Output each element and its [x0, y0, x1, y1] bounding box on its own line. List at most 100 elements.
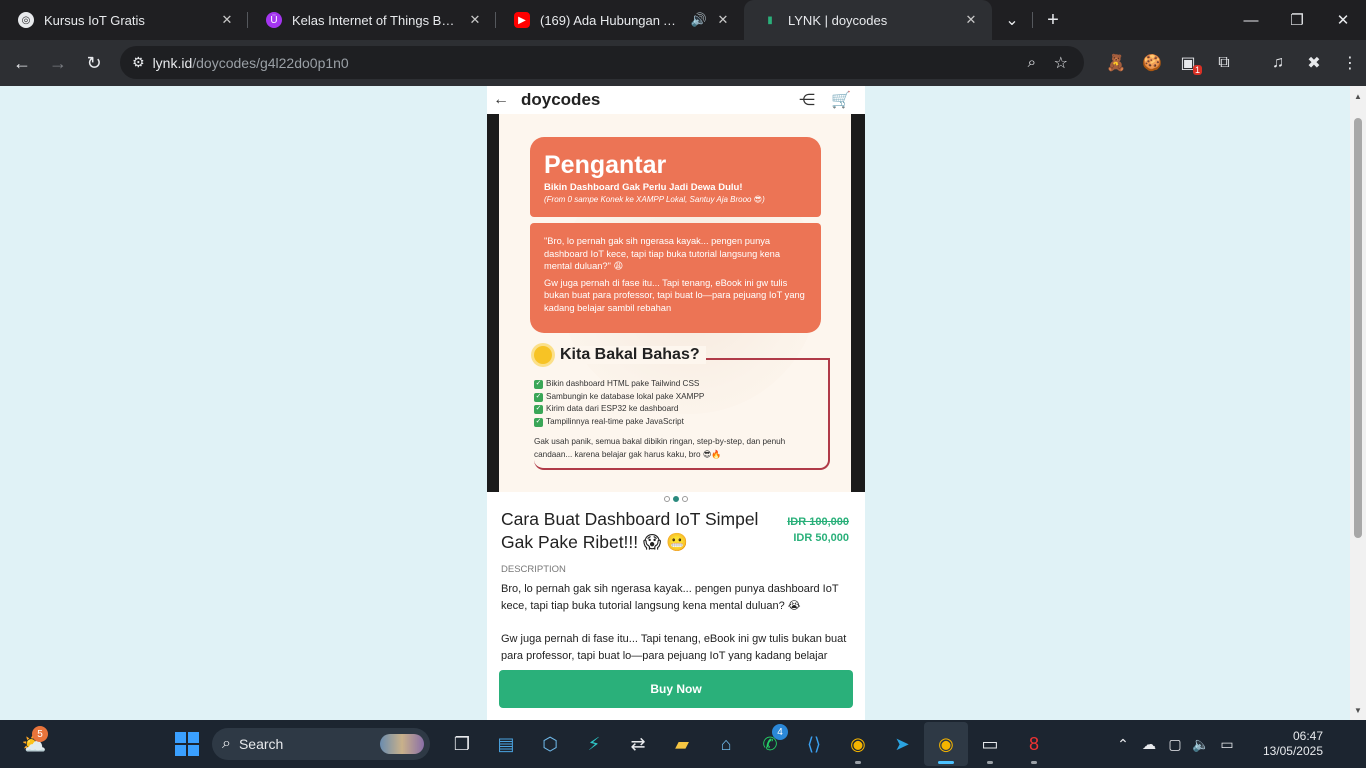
extension-icons: 🧸 🍪 ▣ 1 ⧉ ♫ ✖ ⋮: [1098, 40, 1366, 86]
start-button[interactable]: [175, 732, 199, 756]
extension-icon-badge[interactable]: ▣ 1: [1170, 45, 1206, 81]
search-icon: ⌕: [222, 735, 231, 752]
topics-list: ✓ Bikin dashboard HTML pake Tailwind CSS …: [534, 378, 704, 429]
list-item: ✓ Kirim data dari ESP32 ke dashboard: [534, 404, 679, 415]
tab-lynk[interactable]: ▮ LYNK | doycodes ✕: [744, 0, 992, 40]
close-tab-icon[interactable]: ✕: [218, 11, 236, 29]
menu-kebab-icon[interactable]: ⋮: [1332, 45, 1366, 81]
tab-kursus-iot[interactable]: ◎ Kursus IoT Gratis ✕: [0, 0, 248, 40]
ebook-page-preview: Pengantar Bikin Dashboard Gak Perlu Jadi…: [499, 114, 851, 492]
slide-subheading: Bikin Dashboard Gak Perlu Jadi Dewa Dulu…: [544, 182, 743, 193]
carousel-dot[interactable]: [664, 496, 670, 502]
price-block: IDR 100,000 IDR 50,000: [787, 514, 849, 546]
minimize-icon[interactable]: —: [1228, 0, 1274, 40]
file-explorer-icon[interactable]: ▰: [660, 722, 704, 766]
description-label: DESCRIPTION: [501, 564, 566, 575]
buy-now-button[interactable]: Buy Now: [499, 670, 853, 708]
product-card: ← doycodes ⋲ 🛒 Pengantar Bikin Dashboard…: [487, 86, 865, 720]
scroll-up-icon[interactable]: ▲: [1350, 88, 1366, 104]
telegram-icon[interactable]: ➤: [880, 722, 924, 766]
extension-icon-1[interactable]: 🧸: [1098, 45, 1134, 81]
udemy-icon: Ü: [266, 12, 282, 28]
tab-search-icon[interactable]: ⌄: [992, 10, 1032, 30]
task-view-icon[interactable]: ❐: [440, 722, 484, 766]
intro-quote: "Bro, lo pernah gak sih ngerasa kayak...…: [544, 236, 781, 271]
network-drive-icon[interactable]: ⇄: [616, 722, 660, 766]
openai-icon: ◎: [18, 12, 34, 28]
tab-tools: ⌄ +: [992, 9, 1073, 32]
cart-icon[interactable]: 🛒: [831, 90, 851, 110]
search-label: Search: [238, 736, 284, 752]
vscode-icon[interactable]: ⟨⟩: [792, 722, 836, 766]
carousel-dots: [487, 496, 865, 502]
list-item: ✓ Tampilinnya real-time pake JavaScript: [534, 417, 684, 427]
scroll-down-icon[interactable]: ▼: [1350, 702, 1366, 718]
tab-youtube[interactable]: ▶ (169) Ada Hubungan Apa A 🔊 ✕: [496, 0, 744, 40]
site-info-icon[interactable]: ⚙: [132, 54, 145, 71]
slide-subnote: (From 0 sampe Konek ke XAMPP Lokal, Sant…: [544, 195, 765, 204]
list-item: ✓ Bikin dashboard HTML pake Tailwind CSS: [534, 379, 700, 389]
terminal-icon[interactable]: ▭: [968, 722, 1012, 766]
intro-body: Gw juga pernah di fase itu... Tapi tenan…: [544, 277, 805, 313]
page-scrollbar[interactable]: ▲ ▼: [1350, 86, 1366, 720]
whatsapp-badge: 4: [772, 724, 788, 740]
cloud-home-icon[interactable]: ⌂: [704, 722, 748, 766]
slide-heading: Pengantar: [544, 151, 667, 179]
taskbar-search[interactable]: ⌕ Search: [212, 728, 430, 760]
git-app-icon[interactable]: 8: [1012, 722, 1056, 766]
zoom-icon[interactable]: ⌕: [1028, 54, 1036, 71]
topics-footer: Gak usah panik, semua bakal dibikin ring…: [534, 437, 786, 459]
bookmark-star-icon[interactable]: ☆: [1054, 53, 1068, 73]
lynk-icon: ▮: [762, 12, 778, 28]
store-name: doycodes: [521, 90, 601, 109]
media-control-icon[interactable]: ♫: [1260, 45, 1296, 81]
speaker-icon[interactable]: 🔊: [690, 11, 708, 29]
close-window-icon[interactable]: ✕: [1320, 0, 1366, 40]
whatsapp-icon[interactable]: ✆ 4: [748, 722, 792, 766]
taskbar-clock[interactable]: 06:47 13/05/2025: [1263, 729, 1323, 759]
back-icon[interactable]: ←: [4, 45, 40, 81]
share-icon[interactable]: ⋲: [799, 90, 815, 110]
list-item: ✓ Sambungin ke database lokal pake XAMPP: [534, 391, 705, 402]
scrollbar-thumb[interactable]: [1354, 118, 1362, 538]
url-text[interactable]: lynk.id/doycodes/g4l22do0p1n0: [153, 55, 349, 71]
youtube-icon: ▶: [514, 12, 530, 28]
tab-title: (169) Ada Hubungan Apa A: [540, 12, 684, 28]
address-bar[interactable]: ⚙ lynk.id/doycodes/g4l22do0p1n0 ⌕ ☆: [120, 46, 1084, 79]
carousel-dot-active[interactable]: [673, 496, 679, 502]
weather-widget-icon[interactable]: ⛅ 5: [18, 726, 50, 760]
product-description: Bro, lo pernah gak sih ngerasa kayak... …: [501, 581, 851, 661]
volume-icon[interactable]: 🔈: [1188, 736, 1214, 753]
reload-icon[interactable]: ↻: [76, 45, 112, 81]
cookie-icon[interactable]: 🍪: [1134, 45, 1170, 81]
carousel-dot[interactable]: [682, 496, 688, 502]
onedrive-icon[interactable]: ☁: [1136, 736, 1162, 753]
restore-icon[interactable]: ❐: [1274, 0, 1320, 40]
show-hidden-icons-chevron[interactable]: ⌃: [1110, 736, 1136, 753]
description-paragraph: Gw juga pernah di fase itu... Tapi tenan…: [501, 633, 847, 661]
profile-avatar-icon[interactable]: ✖: [1296, 45, 1332, 81]
taskbar-apps: ❐ ▤ ⬡ ⚡ ⇄ ▰ ⌂ ✆ 4 ⟨⟩ ◉ ➤ ◉ ▭ 8: [440, 720, 1056, 768]
topics-box: Kita Bakal Bahas? ✓ Bikin dashboard HTML …: [534, 346, 830, 470]
chrome-icon[interactable]: ◉: [836, 722, 880, 766]
thunder-app-icon[interactable]: ⚡: [572, 722, 616, 766]
topics-title: Kita Bakal Bahas?: [534, 346, 706, 364]
forward-icon[interactable]: →: [40, 45, 76, 81]
3d-box-icon[interactable]: ⬡: [528, 722, 572, 766]
tab-kelas-iot[interactable]: Ü Kelas Internet of Things Berbasis ✕: [248, 0, 496, 40]
battery-icon[interactable]: ▭: [1214, 736, 1240, 753]
window-controls: — ❐ ✕: [1228, 0, 1366, 40]
new-tab-icon[interactable]: +: [1033, 9, 1073, 32]
close-tab-icon[interactable]: ✕: [962, 11, 980, 29]
product-image-carousel[interactable]: Pengantar Bikin Dashboard Gak Perlu Jadi…: [487, 114, 865, 492]
display-icon[interactable]: ▢: [1162, 736, 1188, 753]
checkmark-icon: ✓: [534, 379, 543, 389]
back-arrow-icon[interactable]: ←: [493, 91, 515, 109]
close-tab-icon[interactable]: ✕: [466, 11, 484, 29]
chrome-profile-icon[interactable]: ◉: [924, 722, 968, 766]
extensions-puzzle-icon[interactable]: ⧉: [1206, 45, 1242, 81]
control-panel-icon[interactable]: ▤: [484, 722, 528, 766]
close-tab-icon[interactable]: ✕: [714, 11, 732, 29]
checkmark-icon: ✓: [534, 405, 543, 415]
store-header: ← doycodes ⋲ 🛒: [487, 86, 865, 114]
